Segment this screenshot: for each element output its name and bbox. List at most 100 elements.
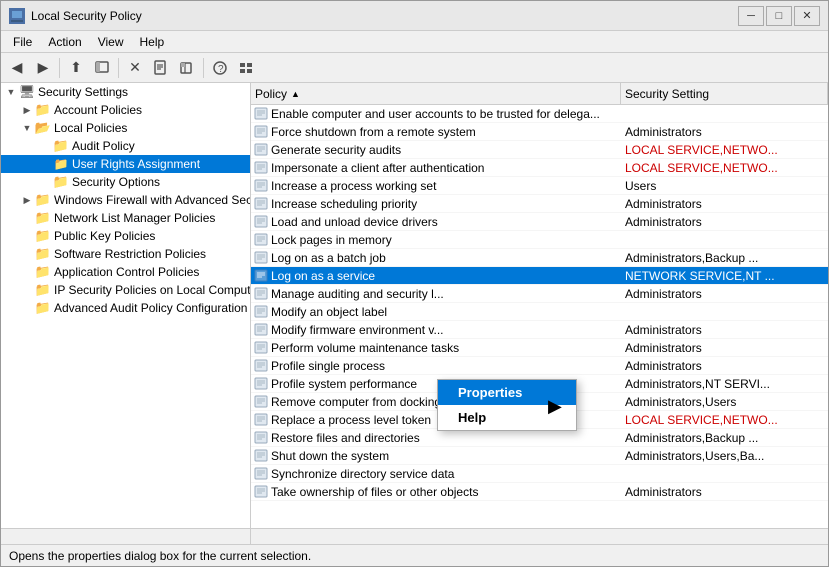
policy-name: Modify firmware environment v...: [271, 323, 621, 337]
list-item[interactable]: Manage auditing and security l...Adminis…: [251, 285, 828, 303]
folder-icon: 📁: [53, 174, 69, 190]
view-button[interactable]: [234, 56, 258, 80]
tree-item-windows-firewall[interactable]: ▶ 📁 Windows Firewall with Advanced Sec..…: [1, 191, 250, 209]
tree-item-user-rights-assignment[interactable]: ▶ 📁 User Rights Assignment: [1, 155, 250, 173]
list-item[interactable]: Enable computer and user accounts to be …: [251, 105, 828, 123]
tree-item-account-policies[interactable]: ▶ 📁 Account Policies: [1, 101, 250, 119]
show-hide-button[interactable]: [90, 56, 114, 80]
tree-item-security-options[interactable]: ▶ 📁 Security Options: [1, 173, 250, 191]
tree-label-security-settings: Security Settings: [38, 85, 128, 99]
policy-icon: [251, 233, 271, 247]
policy-name: Increase scheduling priority: [271, 197, 621, 211]
list-item[interactable]: Profile single processAdministrators: [251, 357, 828, 375]
menu-view[interactable]: View: [90, 33, 132, 51]
policy-list[interactable]: Enable computer and user accounts to be …: [251, 105, 828, 528]
list-item[interactable]: Load and unload device driversAdministra…: [251, 213, 828, 231]
tree-item-advanced-audit[interactable]: ▶ 📁 Advanced Audit Policy Configuration: [1, 299, 250, 317]
policy-setting: Administrators: [621, 323, 828, 337]
tree-item-audit-policy[interactable]: ▶ 📁 Audit Policy: [1, 137, 250, 155]
window-controls: ─ □ ✕: [738, 6, 820, 26]
policy-setting: LOCAL SERVICE,NETWO...: [621, 161, 828, 175]
tree-item-security-settings[interactable]: ▼ 🖥 Security Settings: [1, 83, 250, 101]
policy-name: Shut down the system: [271, 449, 621, 463]
expand-arrow: ▶: [19, 195, 35, 206]
list-item[interactable]: Generate security auditsLOCAL SERVICE,NE…: [251, 141, 828, 159]
list-item[interactable]: Increase scheduling priorityAdministrato…: [251, 195, 828, 213]
policy-icon: [251, 485, 271, 499]
list-item[interactable]: Restore files and directoriesAdministrat…: [251, 429, 828, 447]
list-item[interactable]: Perform volume maintenance tasksAdminist…: [251, 339, 828, 357]
policy-name: Restore files and directories: [271, 431, 621, 445]
list-item[interactable]: Increase a process working setUsers: [251, 177, 828, 195]
context-properties[interactable]: Properties: [438, 380, 576, 405]
export-button[interactable]: [175, 56, 199, 80]
status-text: Opens the properties dialog box for the …: [9, 549, 311, 563]
right-panel: Policy ▲ Security Setting Enable compute…: [251, 83, 828, 528]
expand-arrow: ▼: [19, 123, 35, 133]
policy-name: Generate security audits: [271, 143, 621, 157]
tree-item-app-control[interactable]: ▶ 📁 Application Control Policies: [1, 263, 250, 281]
toolbar-sep-3: [203, 58, 204, 78]
sort-indicator: ▲: [291, 89, 300, 99]
tree-item-software-restriction[interactable]: ▶ 📁 Software Restriction Policies: [1, 245, 250, 263]
policy-setting: Administrators: [621, 197, 828, 211]
tree-label-app-control: Application Control Policies: [54, 265, 199, 279]
tree-item-network-list[interactable]: ▶ 📁 Network List Manager Policies: [1, 209, 250, 227]
help-toolbar-button[interactable]: ?: [208, 56, 232, 80]
delete-button[interactable]: ✕: [123, 56, 147, 80]
toolbar-sep-2: [118, 58, 119, 78]
policy-icon: [251, 107, 271, 121]
left-scrollbar[interactable]: [1, 528, 251, 544]
list-item[interactable]: Take ownership of files or other objects…: [251, 483, 828, 501]
policy-setting: Administrators,Users,Ba...: [621, 449, 828, 463]
policy-icon: [251, 377, 271, 391]
menu-help[interactable]: Help: [132, 33, 173, 51]
policy-setting: Administrators,Backup ...: [621, 251, 828, 265]
tree-item-ip-security[interactable]: ▶ 📁 IP Security Policies on Local Comput…: [1, 281, 250, 299]
list-item[interactable]: Modify firmware environment v...Administ…: [251, 321, 828, 339]
policy-column-header[interactable]: Policy ▲: [251, 83, 621, 104]
tree-label-security-options: Security Options: [72, 175, 160, 189]
policy-name: Take ownership of files or other objects: [271, 485, 621, 499]
tree-item-local-policies[interactable]: ▼ 📂 Local Policies: [1, 119, 250, 137]
up-button[interactable]: ⬆: [64, 56, 88, 80]
policy-setting: NETWORK SERVICE,NT ...: [621, 269, 828, 283]
properties-toolbar-button[interactable]: [149, 56, 173, 80]
expand-arrow: ▼: [3, 87, 19, 97]
policy-setting: Users: [621, 179, 828, 193]
back-button[interactable]: ◀: [5, 56, 29, 80]
setting-column-header[interactable]: Security Setting: [621, 83, 828, 104]
list-item[interactable]: Impersonate a client after authenticatio…: [251, 159, 828, 177]
app-icon: [9, 8, 25, 24]
list-item[interactable]: Shut down the systemAdministrators,Users…: [251, 447, 828, 465]
maximize-button[interactable]: □: [766, 6, 792, 26]
context-help[interactable]: Help: [438, 405, 576, 430]
list-item[interactable]: Lock pages in memory: [251, 231, 828, 249]
forward-button[interactable]: ▶: [31, 56, 55, 80]
tree-label-local-policies: Local Policies: [54, 121, 127, 135]
list-item[interactable]: Modify an object label: [251, 303, 828, 321]
tree-label-network-list: Network List Manager Policies: [54, 211, 215, 225]
minimize-button[interactable]: ─: [738, 6, 764, 26]
policy-setting: Administrators,Users: [621, 395, 828, 409]
status-bar: Opens the properties dialog box for the …: [1, 544, 828, 566]
menu-file[interactable]: File: [5, 33, 40, 51]
policy-setting: Administrators,NT SERVI...: [621, 377, 828, 391]
close-button[interactable]: ✕: [794, 6, 820, 26]
list-item[interactable]: Log on as a batch jobAdministrators,Back…: [251, 249, 828, 267]
menu-action[interactable]: Action: [40, 33, 89, 51]
window-title: Local Security Policy: [31, 9, 738, 23]
tree-label-account-policies: Account Policies: [54, 103, 142, 117]
right-scrollbar[interactable]: [251, 528, 828, 544]
policy-name: Profile single process: [271, 359, 621, 373]
tree-item-public-key[interactable]: ▶ 📁 Public Key Policies: [1, 227, 250, 245]
list-header: Policy ▲ Security Setting: [251, 83, 828, 105]
policy-icon: [251, 179, 271, 193]
list-item[interactable]: Synchronize directory service data: [251, 465, 828, 483]
list-item[interactable]: Force shutdown from a remote systemAdmin…: [251, 123, 828, 141]
list-item[interactable]: Log on as a serviceNETWORK SERVICE,NT ..…: [251, 267, 828, 285]
tree-label-advanced-audit: Advanced Audit Policy Configuration: [54, 301, 247, 315]
svg-text:?: ?: [218, 64, 224, 75]
folder-icon: 📁: [35, 228, 51, 244]
policy-icon: [251, 323, 271, 337]
